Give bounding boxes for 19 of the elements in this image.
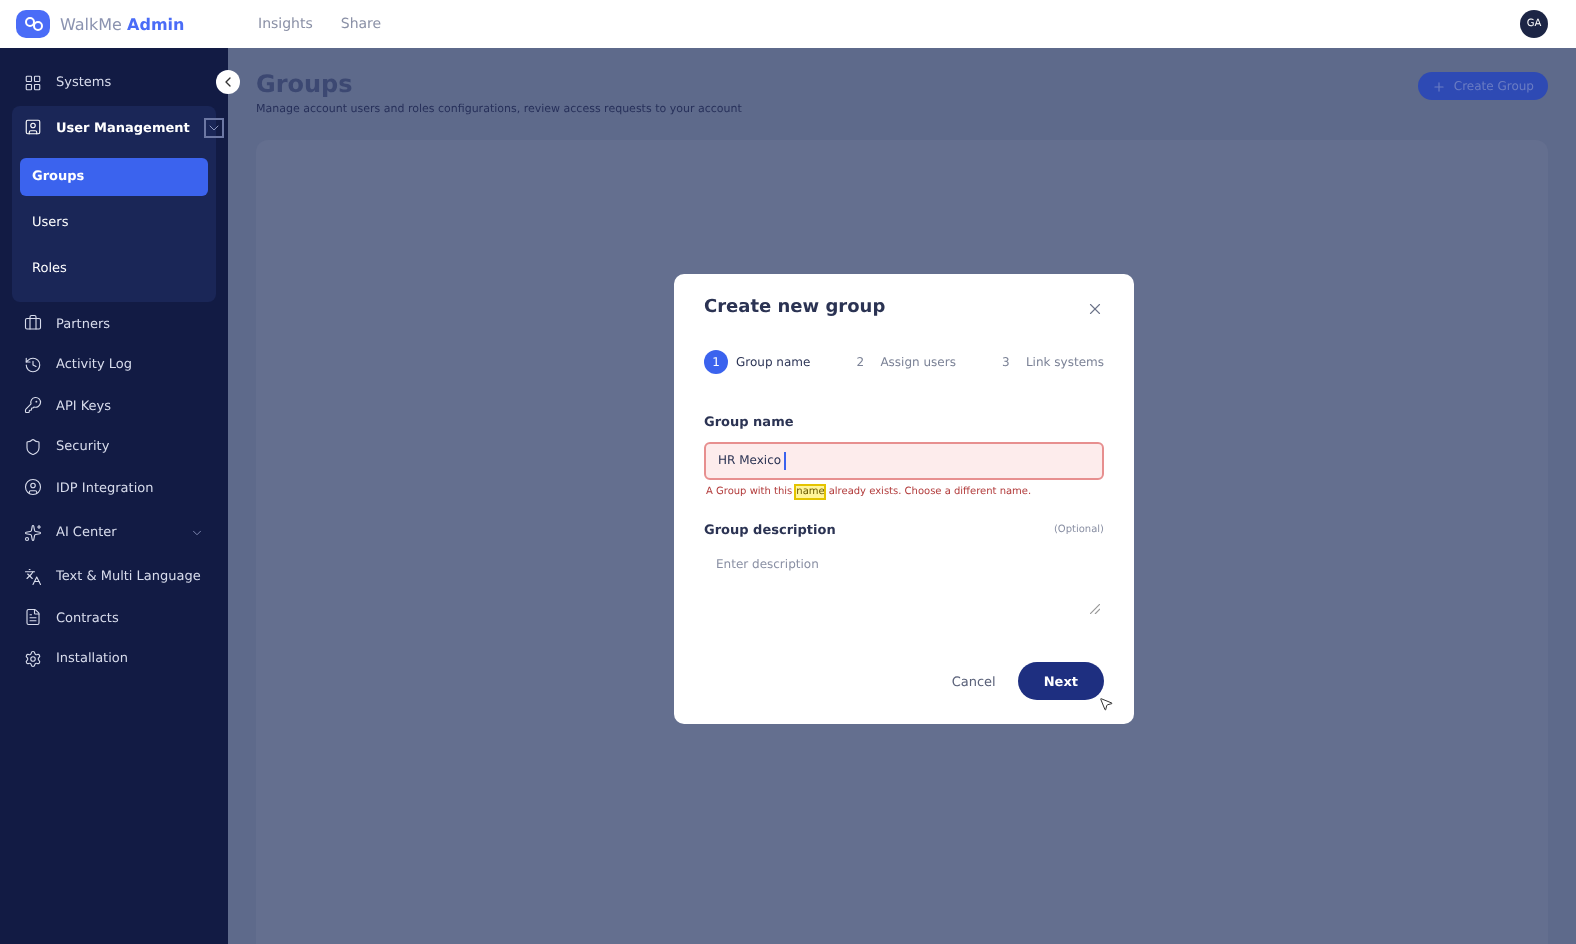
shield-icon <box>24 437 42 456</box>
grid-icon <box>24 73 42 92</box>
document-icon <box>24 608 42 627</box>
translate-icon <box>24 567 42 586</box>
key-icon <box>24 396 42 415</box>
briefcase-icon <box>24 314 42 333</box>
user-square-icon <box>24 118 42 136</box>
app-logo-text: WalkMe Admin <box>60 15 185 33</box>
collapse-sidebar-button[interactable] <box>216 70 240 94</box>
plus-icon <box>1431 79 1446 93</box>
gear-icon <box>24 649 42 668</box>
history-icon <box>24 355 42 374</box>
close-button[interactable] <box>1086 299 1104 317</box>
user-circle-icon <box>24 478 42 497</box>
resize-handle-icon[interactable] <box>1090 604 1100 614</box>
chevron-left-icon <box>220 74 236 90</box>
sparkles-icon <box>24 523 42 541</box>
logo-icon <box>16 10 50 38</box>
dialog-title: Create new group <box>704 298 886 318</box>
